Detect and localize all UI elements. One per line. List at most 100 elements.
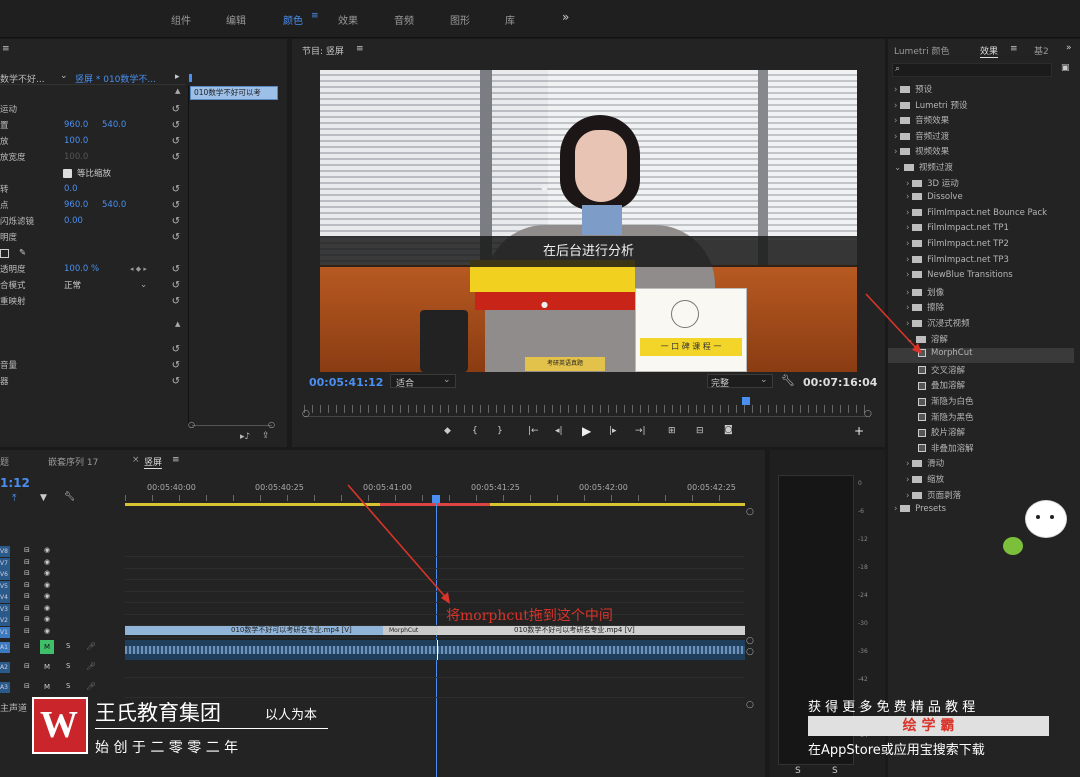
effects-tree-item[interactable]: › 3D 运动 (906, 177, 959, 192)
effect-row[interactable]: 明度 ↺ (0, 229, 188, 245)
solo-right-button[interactable]: S (832, 766, 838, 776)
extract-icon[interactable]: ⊟ (696, 426, 704, 436)
scrub-handle-right[interactable]: ○ (864, 409, 872, 419)
reset-icon[interactable]: ↺ (172, 216, 180, 227)
chevron-down-icon[interactable]: ⌄ (60, 71, 68, 81)
track-label[interactable]: V6 (0, 569, 10, 580)
panel-menu-icon[interactable]: ≡ (172, 455, 180, 465)
effect-row[interactable]: 闪烁滤镜 0.00 ↺ (0, 213, 188, 229)
solo-button[interactable]: S (66, 642, 70, 650)
new-bin-icon[interactable]: ▣ (1061, 63, 1070, 73)
pen-icon[interactable]: ✎ (19, 248, 26, 258)
effect-row[interactable]: 转 0.0 ↺ (0, 181, 188, 197)
panel-menu-icon[interactable]: ≡ (1010, 44, 1018, 54)
wrench-icon[interactable]: 🔧︎ (781, 374, 795, 387)
track-label[interactable]: V8 (0, 546, 10, 557)
mic-icon[interactable]: 🎤︎ (86, 662, 96, 671)
eye-icon[interactable]: ◉ (44, 615, 50, 623)
effects-tree-item[interactable]: ⌄ 视频过渡 (894, 161, 953, 176)
effect-row-value[interactable]: 等比缩放 (77, 167, 111, 179)
mute-button[interactable]: M (40, 640, 54, 654)
reset-icon[interactable]: ↺ (172, 136, 180, 147)
sync-lock-icon[interactable]: ⊟ (24, 604, 30, 612)
chevron-down-icon[interactable]: ⌄ (140, 280, 147, 290)
scroll-handle[interactable]: ○ (746, 647, 754, 657)
close-icon[interactable]: × (132, 455, 140, 465)
reset-icon[interactable]: ↺ (172, 104, 180, 115)
effect-row[interactable]: ✎ (0, 245, 188, 261)
program-timecode[interactable]: 00:05:41:12 (309, 376, 383, 389)
step-forward-icon[interactable]: |▸ (609, 426, 617, 436)
track-label[interactable]: V7 (0, 557, 10, 569)
sync-lock-icon[interactable]: ⊟ (24, 592, 30, 600)
more-tabs-icon[interactable]: » (1066, 43, 1072, 53)
mute-button[interactable]: M (40, 680, 54, 694)
eye-icon[interactable]: ◉ (44, 546, 50, 554)
effect-row-value[interactable]: 0.0 (64, 184, 78, 194)
sync-lock-icon[interactable]: ⊟ (24, 546, 30, 554)
tab-sequence-a[interactable]: 题 (0, 455, 9, 468)
panel-menu-icon[interactable]: ≡ (2, 44, 10, 54)
effects-tree-item[interactable]: › 缩放 (906, 473, 944, 488)
effects-tree-item[interactable]: › 滑动 (906, 457, 944, 472)
ec-timeline-clip[interactable]: 010数学不好可以考 (190, 86, 278, 100)
track-label[interactable]: V1 (0, 626, 10, 638)
solo-button[interactable]: S (66, 682, 70, 690)
effect-row[interactable]: 运动 ↺ (0, 101, 188, 117)
effects-tree-item[interactable]: › Presets (894, 504, 946, 519)
effects-tree-item[interactable]: › FilmImpact.net TP3 (906, 255, 1009, 270)
effect-row[interactable]: 点 960.0 540.0 ↺ (0, 197, 188, 213)
playhead-marker[interactable] (189, 74, 192, 82)
eye-icon[interactable]: ◉ (44, 627, 50, 635)
mic-icon[interactable]: 🎤︎ (86, 682, 96, 691)
effect-row[interactable]: 置 960.0 540.0 ↺ (0, 117, 188, 133)
clip-selector[interactable]: 数学不好... ⌄ 竖屏 * 010数学不... ▸ (0, 70, 185, 85)
effects-tree-item[interactable]: › FilmImpact.net TP1 (906, 223, 1009, 238)
menu-icon[interactable]: ≡ (311, 11, 319, 21)
effects-tree-item[interactable]: › 页面剥落 (906, 489, 961, 504)
fit-dropdown[interactable]: 适合 ⌄ (390, 374, 456, 389)
effect-row[interactable]: 透明度 100.0 % ↺ ◂ ◆ ▸ (0, 261, 188, 277)
solo-button[interactable]: S (66, 662, 70, 670)
effect-row-value-2[interactable]: 540.0 (102, 120, 126, 130)
effects-tree-item[interactable]: › 音频效果 (894, 114, 949, 129)
effects-tree-item[interactable]: 叠加溶解 (918, 379, 965, 394)
checkbox-uniform-scale[interactable] (63, 168, 72, 178)
scroll-handle[interactable]: ○ (746, 636, 754, 646)
effect-row[interactable]: 重映射 ↺ (0, 293, 188, 309)
effect-row-value[interactable]: 960.0 (64, 120, 88, 130)
reset-icon[interactable]: ↺ (172, 280, 180, 291)
effect-row[interactable] (0, 309, 188, 325)
effects-tree-item[interactable]: 渐隐为白色 (918, 395, 974, 410)
effects-tree-item[interactable]: 交叉溶解 (918, 364, 965, 379)
timeline-timecode[interactable]: 1:12 (0, 476, 30, 490)
go-to-out-icon[interactable]: →| (635, 426, 646, 436)
workspace-tab-2[interactable]: 颜色 (283, 12, 303, 27)
workspace-tab-1[interactable]: 编辑 (226, 12, 246, 27)
effects-tree-item[interactable]: › 音频过渡 (894, 130, 949, 145)
effect-row[interactable]: ↺ (0, 341, 188, 357)
effects-tree-item[interactable]: › Lumetri 预设 (894, 99, 967, 114)
reset-icon[interactable]: ↺ (172, 376, 180, 387)
effect-row-value-2[interactable]: 540.0 (102, 200, 126, 210)
effect-row-value[interactable]: 100.0 % (64, 264, 99, 274)
effect-row[interactable]: 放宽度 100.0 ↺ (0, 149, 188, 165)
lift-icon[interactable]: ⊞ (668, 426, 676, 436)
wrench-icon[interactable]: 🔧︎ (64, 492, 75, 502)
more-workspaces-button[interactable]: » (562, 10, 569, 24)
quality-dropdown[interactable]: 完整 ⌄ (707, 374, 773, 389)
track-label[interactable]: V4 (0, 592, 10, 603)
collapse-icon[interactable]: ▲ (175, 87, 180, 95)
sync-lock-icon[interactable]: ⊟ (24, 569, 30, 577)
effect-row[interactable]: 放 100.0 ↺ (0, 133, 188, 149)
sync-lock-icon[interactable]: ⊟ (24, 682, 30, 690)
effects-tree-item[interactable]: › Dissolve (906, 192, 963, 207)
scroll-handle[interactable]: ○ (746, 700, 754, 710)
export-icon[interactable]: ⇪ (262, 431, 270, 441)
play-audio-icon[interactable]: ▸♪ (240, 432, 250, 442)
eye-icon[interactable]: ◉ (44, 604, 50, 612)
reset-icon[interactable]: ↺ (172, 360, 180, 371)
eye-icon[interactable]: ◉ (44, 558, 50, 566)
mask-rect-icon[interactable] (0, 248, 9, 258)
workspace-tab-4[interactable]: 音频 (394, 12, 414, 27)
